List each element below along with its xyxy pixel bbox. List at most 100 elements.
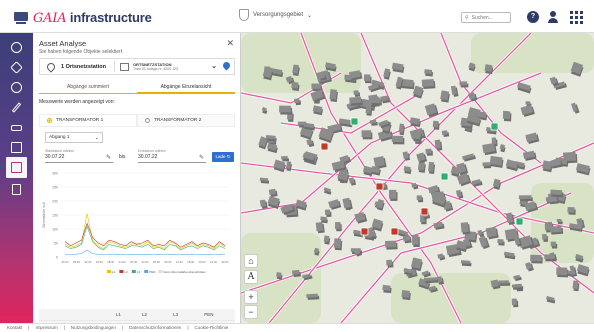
legend-label: PEN xyxy=(149,270,155,274)
building-roof xyxy=(386,259,393,266)
map-building xyxy=(353,90,361,97)
user-icon[interactable] xyxy=(547,11,559,23)
asset-analysis-icon[interactable] xyxy=(6,157,27,178)
tools-icon[interactable] xyxy=(9,120,24,135)
chevron-down-icon[interactable]: ⌄ xyxy=(211,62,217,70)
locate-icon[interactable] xyxy=(221,60,232,71)
building-roof xyxy=(348,177,355,184)
map-building xyxy=(571,102,580,114)
series-line xyxy=(64,249,226,256)
asset-marker-icon xyxy=(420,207,429,216)
map-building xyxy=(324,209,332,218)
document-icon[interactable] xyxy=(9,182,24,197)
legend-label: Nenn-Stromstärke überschritten xyxy=(163,270,206,274)
legend-label: L3 xyxy=(137,270,141,274)
x-tick-label: 09:00 xyxy=(164,260,171,264)
search-placeholder: Suchen... xyxy=(471,14,493,21)
monitor-icon xyxy=(14,12,28,24)
map-building xyxy=(376,198,385,211)
y-tick-label: 200 xyxy=(52,200,58,204)
panel-title: Asset Analyse xyxy=(39,39,87,48)
map-building xyxy=(482,162,492,169)
map-building xyxy=(437,253,446,261)
building-roof xyxy=(333,238,342,249)
dashboard-icon[interactable] xyxy=(9,40,24,55)
layers-icon[interactable] xyxy=(9,60,24,75)
transformer-2-label: TRANSFORMATOR 2 xyxy=(154,118,202,123)
x-tick-label: 18:00 xyxy=(107,260,114,264)
legend-label: L1 xyxy=(112,270,116,274)
building-roof xyxy=(370,97,381,104)
brand-accent: GAIA xyxy=(33,11,67,26)
home-icon[interactable]: ⌂ xyxy=(244,254,258,268)
app-grid-icon[interactable] xyxy=(570,11,583,24)
building-roof xyxy=(365,106,372,114)
building-roof xyxy=(382,284,391,291)
chevron-down-icon: ⌄ xyxy=(94,135,99,141)
brand-rest: infrastructure xyxy=(66,10,152,25)
transformer-1-option[interactable]: TRANSFORMATOR 1 xyxy=(39,114,137,127)
search-input[interactable]: ⚲ Suchen... xyxy=(461,12,511,23)
y-tick-label: 100 xyxy=(52,228,58,232)
start-date-value: 30.07.22 xyxy=(45,154,65,160)
zoom-out-button[interactable]: − xyxy=(244,305,258,319)
x-tick-label: 00:00 xyxy=(222,260,229,264)
selected-station[interactable]: 1 Ortsnetzstation ORTSNETZSTATION Trafo … xyxy=(39,58,235,75)
x-tick-label: 00:00 xyxy=(130,260,137,264)
help-icon[interactable]: ? xyxy=(527,11,539,23)
footer-link[interactable]: Cookie-Richtlinie xyxy=(195,324,229,332)
tab-bar: Abgänge summiert Abgänge Einzelansicht xyxy=(39,81,235,94)
footer-link[interactable]: Impressum xyxy=(35,324,57,332)
legend-label: L2 xyxy=(124,270,128,274)
chevron-down-icon: ⌄ xyxy=(307,12,313,19)
building-roof xyxy=(349,96,362,104)
zoom-in-button[interactable]: + xyxy=(244,290,258,304)
feeder-dropdown-value: Abgang 1 xyxy=(49,135,70,140)
building-roof xyxy=(441,130,448,135)
map-building xyxy=(291,81,300,91)
map-building xyxy=(421,78,436,89)
map-building xyxy=(459,81,469,88)
tab-summed[interactable]: Abgänge summiert xyxy=(39,81,137,93)
x-tick-label: 09:00 xyxy=(73,260,80,264)
map-building xyxy=(511,298,519,308)
map-building xyxy=(546,296,556,304)
tab-single-view[interactable]: Abgänge Einzelansicht xyxy=(137,81,235,93)
close-icon[interactable]: ✕ xyxy=(226,38,234,49)
transformer-2-option[interactable]: TRANSFORMATOR 2 xyxy=(137,114,235,127)
pencil-icon: ✎ xyxy=(105,155,111,161)
building-roof xyxy=(459,81,468,86)
map-building xyxy=(460,222,471,235)
map-building xyxy=(417,161,426,173)
edit-icon[interactable] xyxy=(9,100,24,115)
x-tick-label: 18:00 xyxy=(199,260,206,264)
footer-link[interactable]: Datenschutzinformationen xyxy=(129,324,181,332)
footer-link[interactable]: Kontakt xyxy=(7,324,22,332)
report-icon[interactable] xyxy=(9,140,24,155)
map-view[interactable] xyxy=(241,33,594,323)
load-button[interactable]: Lade ↻ xyxy=(212,152,234,162)
footer-link[interactable]: Nutzungsbedingungen xyxy=(71,324,116,332)
feeder-dropdown[interactable]: Abgang 1 ⌄ xyxy=(45,132,103,143)
area-select[interactable]: Versorgungsgebiet ⌄ xyxy=(239,9,312,21)
asset-analysis-panel: Asset Analyse Sie haben folgende Objekte… xyxy=(33,33,241,323)
building-roof xyxy=(498,280,509,284)
north-arrow-icon[interactable]: A xyxy=(244,270,258,284)
app-logo[interactable]: GAIA infrastructure xyxy=(14,10,152,26)
transformer-selector: TRANSFORMATOR 1 TRANSFORMATOR 2 xyxy=(39,114,235,127)
map-building xyxy=(384,240,398,250)
asset-marker-icon xyxy=(390,227,399,236)
map-building xyxy=(424,69,434,77)
end-date-field[interactable]: Enddatum wählen 30.07.22 ✎ xyxy=(138,149,206,163)
building-roof xyxy=(550,241,557,247)
pie-chart-icon[interactable] xyxy=(9,80,24,95)
map-building xyxy=(382,284,392,294)
end-date-value: 30.07.22 xyxy=(138,154,158,160)
map-building xyxy=(556,267,569,278)
start-date-field[interactable]: Startdatum wählen 30.07.22 ✎ xyxy=(45,149,113,163)
map-building xyxy=(502,110,512,122)
map-canvas[interactable] xyxy=(241,33,594,323)
table-header: PEN xyxy=(200,309,235,321)
building-roof xyxy=(324,209,331,215)
legend-swatch xyxy=(144,270,149,273)
